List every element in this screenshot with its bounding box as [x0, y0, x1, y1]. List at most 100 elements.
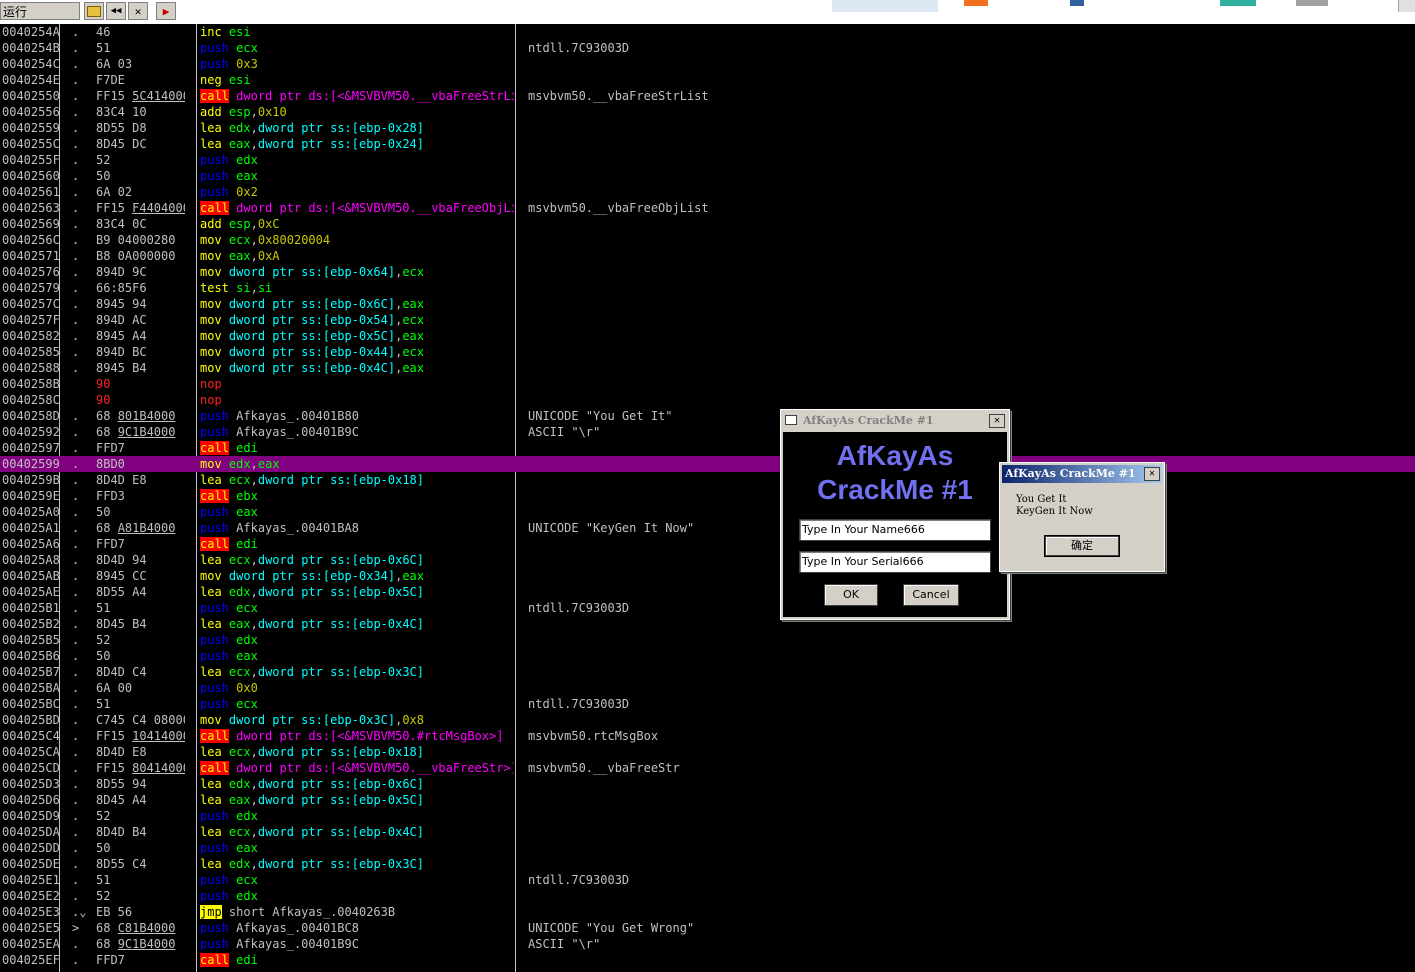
instruction-row[interactable]: 0040255C. 8D45 DC lea eax,dword ptr ss:[eb…	[0, 136, 1415, 152]
instruction-row[interactable]: 00402569. 83C4 0C add esp,0xC	[0, 216, 1415, 232]
flow-marker: .	[72, 665, 80, 679]
instruction-row[interactable]: 00402563. FF15 F4404000 call dword ptr ds:…	[0, 200, 1415, 216]
instruction-row[interactable]: 004025DD. 50 push eax	[0, 840, 1415, 856]
message-box-titlebar[interactable]: AfKayAs CrackMe #1 ✕	[1002, 465, 1162, 483]
instruction-row[interactable]: 004025E2. 52 push edx	[0, 888, 1415, 904]
address-cell: 004025BC	[2, 697, 60, 711]
instruction-row[interactable]: 004025D6. 8D45 A4 lea eax,dword ptr ss:[eb…	[0, 792, 1415, 808]
run-button[interactable]: ▶	[156, 2, 176, 20]
instruction-row[interactable]: 00402579. 66:85F6 test si,si	[0, 280, 1415, 296]
instruction-row[interactable]: 004025C4. FF15 10414000 call dword ptr ds:…	[0, 728, 1415, 744]
instruction-row[interactable]: 00402550. FF15 5C414000 call dword ptr ds:…	[0, 88, 1415, 104]
instruction-row[interactable]: 004025EA. 68 9C1B4000 push Afkayas_.00401B…	[0, 936, 1415, 952]
message-box-close-button[interactable]: ✕	[1144, 467, 1160, 481]
instruction-row[interactable]: 0040257C. 8945 94 mov dword ptr ss:[ebp-0x…	[0, 296, 1415, 312]
instruction-row[interactable]: 0040254A. 46 inc esi	[0, 24, 1415, 40]
asm-token	[222, 25, 229, 39]
address-cell: 004025B7	[2, 665, 60, 679]
instruction-row[interactable]: 004025E3 .⌄ EB 56 jmp short Afkayas_.004026…	[0, 904, 1415, 920]
asm-token: mov	[200, 329, 222, 343]
instruction-row[interactable]: 0040259B. 8D4D E8 lea ecx,dword ptr ss:[eb…	[0, 472, 1415, 488]
instruction-row[interactable]: 004025CD. FF15 80414000 call dword ptr ds:…	[0, 760, 1415, 776]
instruction-row[interactable]: 00402571. B8 0A000000 mov eax,0xA	[0, 248, 1415, 264]
disassembly-cell: push eax	[200, 504, 514, 520]
close-button[interactable]: ✕	[128, 2, 148, 20]
flow-marker: .	[72, 185, 80, 199]
scrollbar-top[interactable]	[1398, 0, 1415, 12]
instruction-row[interactable]: 004025A8. 8D4D 94 lea ecx,dword ptr ss:[eb…	[0, 552, 1415, 568]
ok-button[interactable]: OK	[824, 584, 878, 606]
instruction-row[interactable]: 004025BC. 51 push ecx ntdll.7C93003D	[0, 696, 1415, 712]
instruction-row[interactable]: 004025B5. 52 push edx	[0, 632, 1415, 648]
instruction-row[interactable]: 004025EF. FFD7 call edi	[0, 952, 1415, 968]
instruction-row[interactable]: 00402561. 6A 02 push 0x2	[0, 184, 1415, 200]
instruction-row[interactable]: 0040255F. 52 push edx	[0, 152, 1415, 168]
instruction-row[interactable]: 00402576. 894D 9C mov dword ptr ss:[ebp-0x…	[0, 264, 1415, 280]
instruction-row[interactable]: 004025BD. C745 C4 08000000 mov dword ptr s…	[0, 712, 1415, 728]
asm-token: mov	[200, 457, 222, 471]
asm-token: dword ptr ss:[ebp-0x24]	[257, 137, 425, 151]
open-folder-button[interactable]	[84, 2, 104, 20]
asm-token: dword ptr ss:[ebp-0x3C]	[257, 665, 425, 679]
instruction-row[interactable]: 004025DA. 8D4D B4 lea ecx,dword ptr ss:[eb…	[0, 824, 1415, 840]
asm-token: call	[200, 489, 229, 503]
instruction-row[interactable]: 00402597. FFD7 call edi	[0, 440, 1415, 456]
rewind-icon: ◀◀	[110, 6, 122, 16]
rewind-button[interactable]: ◀◀	[106, 2, 126, 20]
instruction-row[interactable]: 004025D9. 52 push edx	[0, 808, 1415, 824]
asm-token: call	[200, 89, 229, 103]
instruction-row[interactable]: 004025B1. 51 push ecx ntdll.7C93003D	[0, 600, 1415, 616]
instruction-row[interactable]: 00402560. 50 push eax	[0, 168, 1415, 184]
instruction-row[interactable]: 00402585. 894D BC mov dword ptr ss:[ebp-0x…	[0, 344, 1415, 360]
instruction-row[interactable]: 00402556. 83C4 10 add esp,0x10	[0, 104, 1415, 120]
crackme-titlebar[interactable]: AfKayAs CrackMe #1 ✕	[783, 412, 1007, 430]
instruction-row[interactable]: 0040258D. 68 801B4000 push Afkayas_.00401B…	[0, 408, 1415, 424]
flow-marker: .	[72, 409, 80, 423]
instruction-row[interactable]: 004025A0. 50 push eax	[0, 504, 1415, 520]
instruction-row[interactable]: 00402559. 8D55 D8 lea edx,dword ptr ss:[eb…	[0, 120, 1415, 136]
disassembly-listing[interactable]: 0040254A. 46 inc esi 0040254B. 51 push ecx ntd…	[0, 24, 1415, 972]
instruction-row[interactable]: 004025E1. 51 push ecx ntdll.7C93003D	[0, 872, 1415, 888]
asm-token: push	[200, 809, 229, 823]
message-ok-button[interactable]: 确定	[1044, 535, 1120, 557]
instruction-row[interactable]: 0040254B. 51 push ecx ntdll.7C93003D	[0, 40, 1415, 56]
hex-dump-cell: 51	[96, 41, 111, 55]
cancel-button[interactable]: Cancel	[903, 584, 959, 606]
serial-input[interactable]: Type In Your Serial666	[799, 551, 991, 573]
instruction-row[interactable]: 004025A1. 68 A81B4000 push Afkayas_.00401B…	[0, 520, 1415, 536]
name-input[interactable]: Type In Your Name666	[799, 519, 991, 541]
asm-token: dword ptr ss:[ebp-0x54]	[228, 313, 396, 327]
instruction-row[interactable]: 0040258C 90 nop	[0, 392, 1415, 408]
crackme-close-button[interactable]: ✕	[989, 414, 1005, 428]
instruction-row[interactable]: 0040254E. F7DE neg esi	[0, 72, 1415, 88]
flow-marker: .	[72, 553, 80, 567]
address-cell: 0040255C	[2, 137, 60, 151]
instruction-row[interactable]: 0040259E. FFD3 call ebx	[0, 488, 1415, 504]
address-cell: 0040258B	[2, 377, 60, 391]
instruction-row[interactable]: 0040257F. 894D AC mov dword ptr ss:[ebp-0x…	[0, 312, 1415, 328]
flow-marker: .	[72, 585, 80, 599]
instruction-row[interactable]: 004025AB. 8945 CC mov dword ptr ss:[ebp-0x…	[0, 568, 1415, 584]
instruction-row[interactable]: 004025B7. 8D4D C4 lea ecx,dword ptr ss:[eb…	[0, 664, 1415, 680]
instruction-row[interactable]: 004025BA. 6A 00 push 0x0	[0, 680, 1415, 696]
instruction-row[interactable]: 004025CA. 8D4D E8 lea ecx,dword ptr ss:[eb…	[0, 744, 1415, 760]
instruction-row[interactable]: 004025A6. FFD7 call edi	[0, 536, 1415, 552]
instruction-row[interactable]: 00402582. 8945 A4 mov dword ptr ss:[ebp-0x…	[0, 328, 1415, 344]
instruction-row[interactable]: 0040258B 90 nop	[0, 376, 1415, 392]
instruction-row[interactable]: 00402592. 68 9C1B4000 push Afkayas_.00401B…	[0, 424, 1415, 440]
instruction-row[interactable]: 004025B2. 8D45 B4 lea eax,dword ptr ss:[eb…	[0, 616, 1415, 632]
instruction-row[interactable]: 004025B6. 50 push eax	[0, 648, 1415, 664]
instruction-row[interactable]: 004025D3. 8D55 94 lea edx,dword ptr ss:[eb…	[0, 776, 1415, 792]
instruction-row[interactable]: 004025DE. 8D55 C4 lea edx,dword ptr ss:[eb…	[0, 856, 1415, 872]
instruction-row[interactable]: 0040254C. 6A 03 push 0x3	[0, 56, 1415, 72]
instruction-row[interactable]: 00402588. 8945 B4 mov dword ptr ss:[ebp-0x…	[0, 360, 1415, 376]
asm-token	[222, 825, 229, 839]
selected-instruction-row[interactable]: 00402599. 8BD0 mov edx,eax	[0, 456, 1415, 472]
instruction-row[interactable]: 004025AE. 8D55 A4 lea edx,dword ptr ss:[eb…	[0, 584, 1415, 600]
asm-token: eax	[402, 569, 425, 583]
instruction-row[interactable]: 0040256C. B9 04000280 mov ecx,0x80020004	[0, 232, 1415, 248]
asm-token: call	[200, 729, 229, 743]
instruction-row[interactable]: 004025E5 >68 C81B4000 push Afkayas_.00401B…	[0, 920, 1415, 936]
flow-marker: .	[72, 601, 80, 615]
asm-token: Afkayas_.00401B80	[236, 409, 359, 423]
